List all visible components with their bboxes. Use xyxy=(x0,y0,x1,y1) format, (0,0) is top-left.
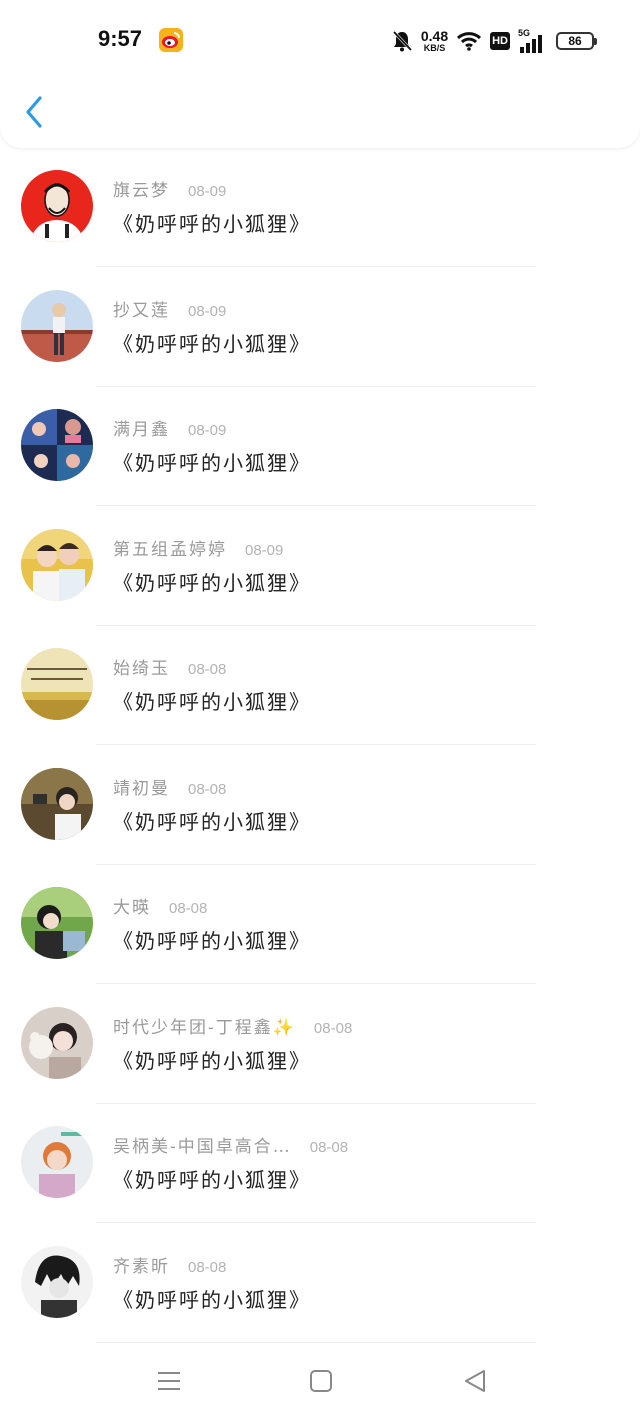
chevron-left-icon xyxy=(26,96,42,128)
sender-name: 满月鑫 xyxy=(113,420,170,440)
message-text: 《奶呼呼的小狐狸》 xyxy=(113,1048,311,1073)
message-date: 08-09 xyxy=(188,302,227,320)
list-item[interactable]: 时代少年团-丁程鑫✨ 08-08 《奶呼呼的小狐狸》 xyxy=(0,985,640,1105)
sender-name: 齐素昕 xyxy=(113,1256,170,1277)
avatar[interactable] xyxy=(21,528,93,601)
sender-name: 时代少年团-丁程鑫✨ xyxy=(113,1017,296,1038)
screen: 9:57 0.48 KB/S HD 5G 86 旗云梦 08-09 《奶呼呼的小… xyxy=(0,0,640,1422)
home-square-icon xyxy=(310,1370,332,1392)
message-text: 《奶呼呼的小狐狸》 xyxy=(113,451,311,475)
status-icons: 0.48 KB/S HD 5G 86 xyxy=(391,26,597,56)
message-date: 08-08 xyxy=(313,1019,353,1037)
network-speed-unit: KB/S xyxy=(423,43,446,53)
sender-name: 第五组孟婷婷 xyxy=(113,539,227,560)
home-button[interactable] xyxy=(306,1366,336,1396)
item-meta: 靖初曼 08-08 xyxy=(113,774,226,799)
item-meta: 第五组孟婷婷 08-09 xyxy=(113,535,283,560)
message-list: 旗云梦 08-09 《奶呼呼的小狐狸》 抄又莲 08-09 《奶呼呼的小狐狸》 xyxy=(0,148,640,1343)
sender-name: 旗云梦 xyxy=(113,181,170,201)
avatar[interactable] xyxy=(21,767,93,840)
avatar[interactable] xyxy=(21,1245,93,1318)
list-item[interactable]: 吴柄美-中国卓高合… 08-08 《奶呼呼的小狐狸》 xyxy=(0,1104,640,1224)
avatar[interactable] xyxy=(21,409,93,481)
message-date: 08-08 xyxy=(309,1139,349,1156)
status-bar: 9:57 0.48 KB/S HD 5G 86 xyxy=(0,0,640,80)
sender-name: 大暎 xyxy=(113,898,151,918)
list-item[interactable]: 抄又莲 08-09 《奶呼呼的小狐狸》 xyxy=(0,268,640,388)
menu-button[interactable] xyxy=(154,1366,184,1396)
message-text: 《奶呼呼的小狐狸》 xyxy=(113,570,311,595)
sender-name: 吴柄美-中国卓高合… xyxy=(113,1137,292,1157)
item-meta: 满月鑫 08-09 xyxy=(113,415,226,440)
wifi-icon xyxy=(456,30,482,52)
bell-muted-icon xyxy=(391,29,413,53)
avatar[interactable] xyxy=(21,1006,93,1079)
avatar[interactable] xyxy=(21,1126,93,1198)
item-meta: 始绮玉 08-08 xyxy=(113,654,226,679)
list-item[interactable]: 始绮玉 08-08 《奶呼呼的小狐狸》 xyxy=(0,626,640,746)
message-text: 《奶呼呼的小狐狸》 xyxy=(113,1168,311,1192)
message-text: 《奶呼呼的小狐狸》 xyxy=(113,690,311,714)
header: 9:57 0.48 KB/S HD 5G 86 xyxy=(0,0,640,148)
item-meta: 旗云梦 08-09 xyxy=(113,176,226,201)
weibo-icon xyxy=(159,28,183,52)
avatar[interactable] xyxy=(21,289,93,362)
sender-name: 始绮玉 xyxy=(113,659,170,679)
item-meta: 齐素昕 08-08 xyxy=(113,1252,226,1277)
message-date: 08-09 xyxy=(188,422,227,439)
nav-back-button[interactable] xyxy=(460,1366,490,1396)
divider xyxy=(96,1341,536,1343)
item-meta: 时代少年团-丁程鑫✨ 08-08 xyxy=(113,1013,352,1038)
message-text: 《奶呼呼的小狐狸》 xyxy=(113,1287,311,1312)
item-meta: 吴柄美-中国卓高合… 08-08 xyxy=(113,1132,348,1157)
signal-icon: 5G xyxy=(518,28,548,53)
message-date: 08-08 xyxy=(169,900,208,917)
sender-name: 靖初曼 xyxy=(113,778,170,799)
list-item[interactable]: 满月鑫 08-09 《奶呼呼的小狐狸》 xyxy=(0,387,640,507)
list-item[interactable]: 大暎 08-08 《奶呼呼的小狐狸》 xyxy=(0,865,640,985)
avatar[interactable] xyxy=(21,170,93,242)
network-speed-value: 0.48 xyxy=(420,28,449,44)
sender-name: 抄又莲 xyxy=(113,300,170,321)
message-text: 《奶呼呼的小狐狸》 xyxy=(113,331,311,356)
message-date: 08-09 xyxy=(188,183,227,200)
back-button[interactable] xyxy=(20,92,50,132)
battery-level: 86 xyxy=(568,34,582,48)
message-text: 《奶呼呼的小狐狸》 xyxy=(113,929,311,953)
triangle-back-icon xyxy=(465,1370,485,1392)
network-speed: 0.48 KB/S xyxy=(421,29,448,53)
message-date: 08-08 xyxy=(188,661,227,678)
avatar[interactable] xyxy=(21,648,93,720)
list-item[interactable]: 旗云梦 08-09 《奶呼呼的小狐狸》 xyxy=(0,148,640,268)
avatar[interactable] xyxy=(21,887,93,959)
message-date: 08-09 xyxy=(245,541,284,559)
item-meta: 大暎 08-08 xyxy=(113,893,207,918)
message-date: 08-08 xyxy=(188,780,227,798)
menu-icon xyxy=(158,1372,180,1390)
system-nav-bar xyxy=(0,1352,640,1422)
list-item[interactable]: 第五组孟婷婷 08-09 《奶呼呼的小狐狸》 xyxy=(0,507,640,627)
battery-icon: 86 xyxy=(556,32,597,50)
status-time: 9:57 xyxy=(98,26,143,51)
message-date: 08-08 xyxy=(188,1258,227,1276)
list-item[interactable]: 齐素昕 08-08 《奶呼呼的小狐狸》 xyxy=(0,1224,640,1344)
list-item[interactable]: 靖初曼 08-08 《奶呼呼的小狐狸》 xyxy=(0,746,640,866)
message-text: 《奶呼呼的小狐狸》 xyxy=(113,212,311,236)
item-meta: 抄又莲 08-09 xyxy=(113,296,226,321)
message-text: 《奶呼呼的小狐狸》 xyxy=(113,809,311,834)
hd-badge: HD xyxy=(490,32,510,50)
